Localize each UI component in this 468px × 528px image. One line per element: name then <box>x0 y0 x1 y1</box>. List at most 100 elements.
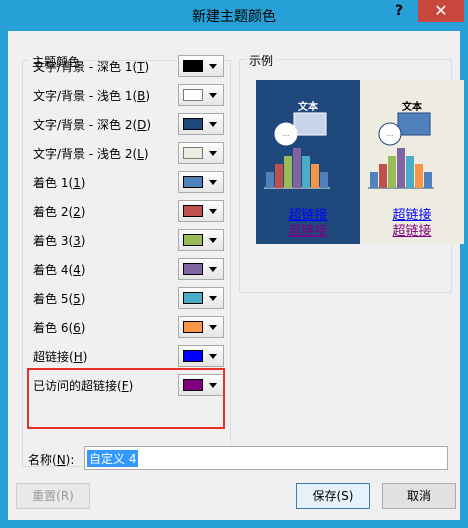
theme-color-label-tail: ) <box>80 234 86 248</box>
theme-color-label-tail: ) <box>80 205 86 219</box>
theme-color-label-tail: ) <box>80 292 86 306</box>
reset-button[interactable]: 重置(R) <box>16 483 90 509</box>
color-swatch <box>183 234 203 246</box>
preview-bubble-text: ... <box>283 130 290 138</box>
chevron-down-icon <box>209 93 217 98</box>
theme-color-label-text: 超链接( <box>33 350 74 364</box>
preview-chart-bar <box>424 172 432 188</box>
color-picker-button[interactable] <box>178 287 224 309</box>
color-swatch <box>183 60 203 72</box>
preview-chart-bar <box>266 172 274 188</box>
preview-rectangle-shape <box>397 112 431 136</box>
theme-color-label-tail: ) <box>144 60 150 74</box>
theme-color-label-text: 着色 4( <box>33 263 74 277</box>
theme-color-row: 超链接(H) <box>33 345 224 367</box>
preview-chart-bar <box>311 164 319 188</box>
theme-color-label-tail: ) <box>143 147 149 161</box>
chevron-down-icon <box>209 296 217 301</box>
theme-color-row: 着色 3(3) <box>33 229 224 251</box>
theme-color-row: 文字/背景 - 深色 1(T) <box>33 55 224 77</box>
preview-visited-dark: 超链接 <box>288 224 328 239</box>
preview-chart-bar <box>388 156 396 188</box>
chevron-down-icon <box>209 267 217 272</box>
theme-color-label: 文字/背景 - 深色 2(D) <box>33 116 151 133</box>
theme-color-label-key: H <box>73 350 83 364</box>
title-bar: 新建主题颜色 ? ✕ <box>0 0 468 31</box>
preview-chart-bar <box>302 156 310 188</box>
preview-visited-light: 超链接 <box>392 224 432 239</box>
preview-rectangle-shape <box>293 112 327 136</box>
color-picker-button[interactable] <box>178 229 224 251</box>
save-button[interactable]: 保存(S) <box>296 483 370 509</box>
sample-group-label: 示例 <box>246 52 277 69</box>
theme-color-label-key: 4 <box>73 263 81 277</box>
color-swatch <box>183 321 203 333</box>
color-picker-button[interactable] <box>178 142 224 164</box>
color-picker-button[interactable] <box>178 258 224 280</box>
theme-color-label-tail: ) <box>80 176 86 190</box>
color-picker-button[interactable] <box>178 84 224 106</box>
theme-color-label: 着色 1(1) <box>33 174 85 191</box>
preview-chart-bar <box>406 156 414 188</box>
theme-color-label-tail: ) <box>145 89 151 103</box>
color-swatch <box>183 147 203 159</box>
color-swatch <box>183 263 203 275</box>
preview-chart-bar <box>293 148 301 188</box>
preview-chart-bar <box>415 164 423 188</box>
color-picker-button[interactable] <box>178 345 224 367</box>
close-button[interactable]: ✕ <box>418 0 464 22</box>
theme-color-label-text: 着色 1( <box>33 176 74 190</box>
name-label: 名称(N): <box>28 451 74 468</box>
color-swatch <box>183 350 203 362</box>
name-label-tail: ): <box>65 453 75 467</box>
theme-color-label: 文字/背景 - 深色 1(T) <box>33 58 149 75</box>
sample-preview: 文本 ... 超链接 超链接 文本 ... 超链接 超链接 <box>256 80 464 244</box>
theme-color-label-text: 文字/背景 - 深色 2( <box>33 118 138 132</box>
theme-color-row: 文字/背景 - 浅色 1(B) <box>33 84 224 106</box>
preview-chart-bar <box>397 148 405 188</box>
theme-color-row: 着色 5(5) <box>33 287 224 309</box>
chevron-down-icon <box>209 354 217 359</box>
preview-chart-bar <box>275 164 283 188</box>
name-input[interactable]: 自定义 4 <box>84 446 448 470</box>
preview-chart-bar <box>320 172 328 188</box>
theme-color-row: 着色 1(1) <box>33 171 224 193</box>
preview-dark-panel: 文本 ... 超链接 超链接 <box>256 80 360 244</box>
chevron-down-icon <box>209 64 217 69</box>
theme-color-label-key: D <box>137 118 147 132</box>
theme-color-label-tail: ) <box>80 321 86 335</box>
theme-color-label-key: 5 <box>73 292 81 306</box>
color-swatch <box>183 205 203 217</box>
help-button[interactable]: ? <box>384 0 414 22</box>
theme-color-label-tail: ) <box>82 350 88 364</box>
theme-color-label: 着色 3(3) <box>33 232 85 249</box>
theme-color-label: 着色 6(6) <box>33 319 85 336</box>
theme-color-row: 文字/背景 - 深色 2(D) <box>33 113 224 135</box>
theme-color-label: 着色 4(4) <box>33 261 85 278</box>
chevron-down-icon <box>209 122 217 127</box>
cancel-button[interactable]: 取消 <box>382 483 456 509</box>
theme-color-label-text: 着色 6( <box>33 321 74 335</box>
chevron-down-icon <box>209 238 217 243</box>
theme-color-label-text: 着色 2( <box>33 205 74 219</box>
theme-color-row: 着色 6(6) <box>33 316 224 338</box>
theme-color-label-text: 文字/背景 - 浅色 2( <box>33 147 138 161</box>
preview-chart-bar <box>379 164 387 188</box>
chevron-down-icon <box>209 209 217 214</box>
color-picker-button[interactable] <box>178 200 224 222</box>
theme-color-label: 着色 5(5) <box>33 290 85 307</box>
theme-color-row: 文字/背景 - 浅色 2(L) <box>33 142 224 164</box>
color-picker-button[interactable] <box>178 55 224 77</box>
chevron-down-icon <box>209 325 217 330</box>
color-picker-button[interactable] <box>178 316 224 338</box>
color-picker-button[interactable] <box>178 113 224 135</box>
chevron-down-icon <box>209 151 217 156</box>
hyperlink-highlight-frame <box>27 368 225 429</box>
color-swatch <box>183 292 203 304</box>
color-swatch <box>183 118 203 130</box>
theme-color-label-key: 2 <box>73 205 81 219</box>
theme-color-label-key: 6 <box>73 321 81 335</box>
theme-color-label: 超链接(H) <box>33 348 87 365</box>
color-picker-button[interactable] <box>178 171 224 193</box>
color-swatch <box>183 176 203 188</box>
